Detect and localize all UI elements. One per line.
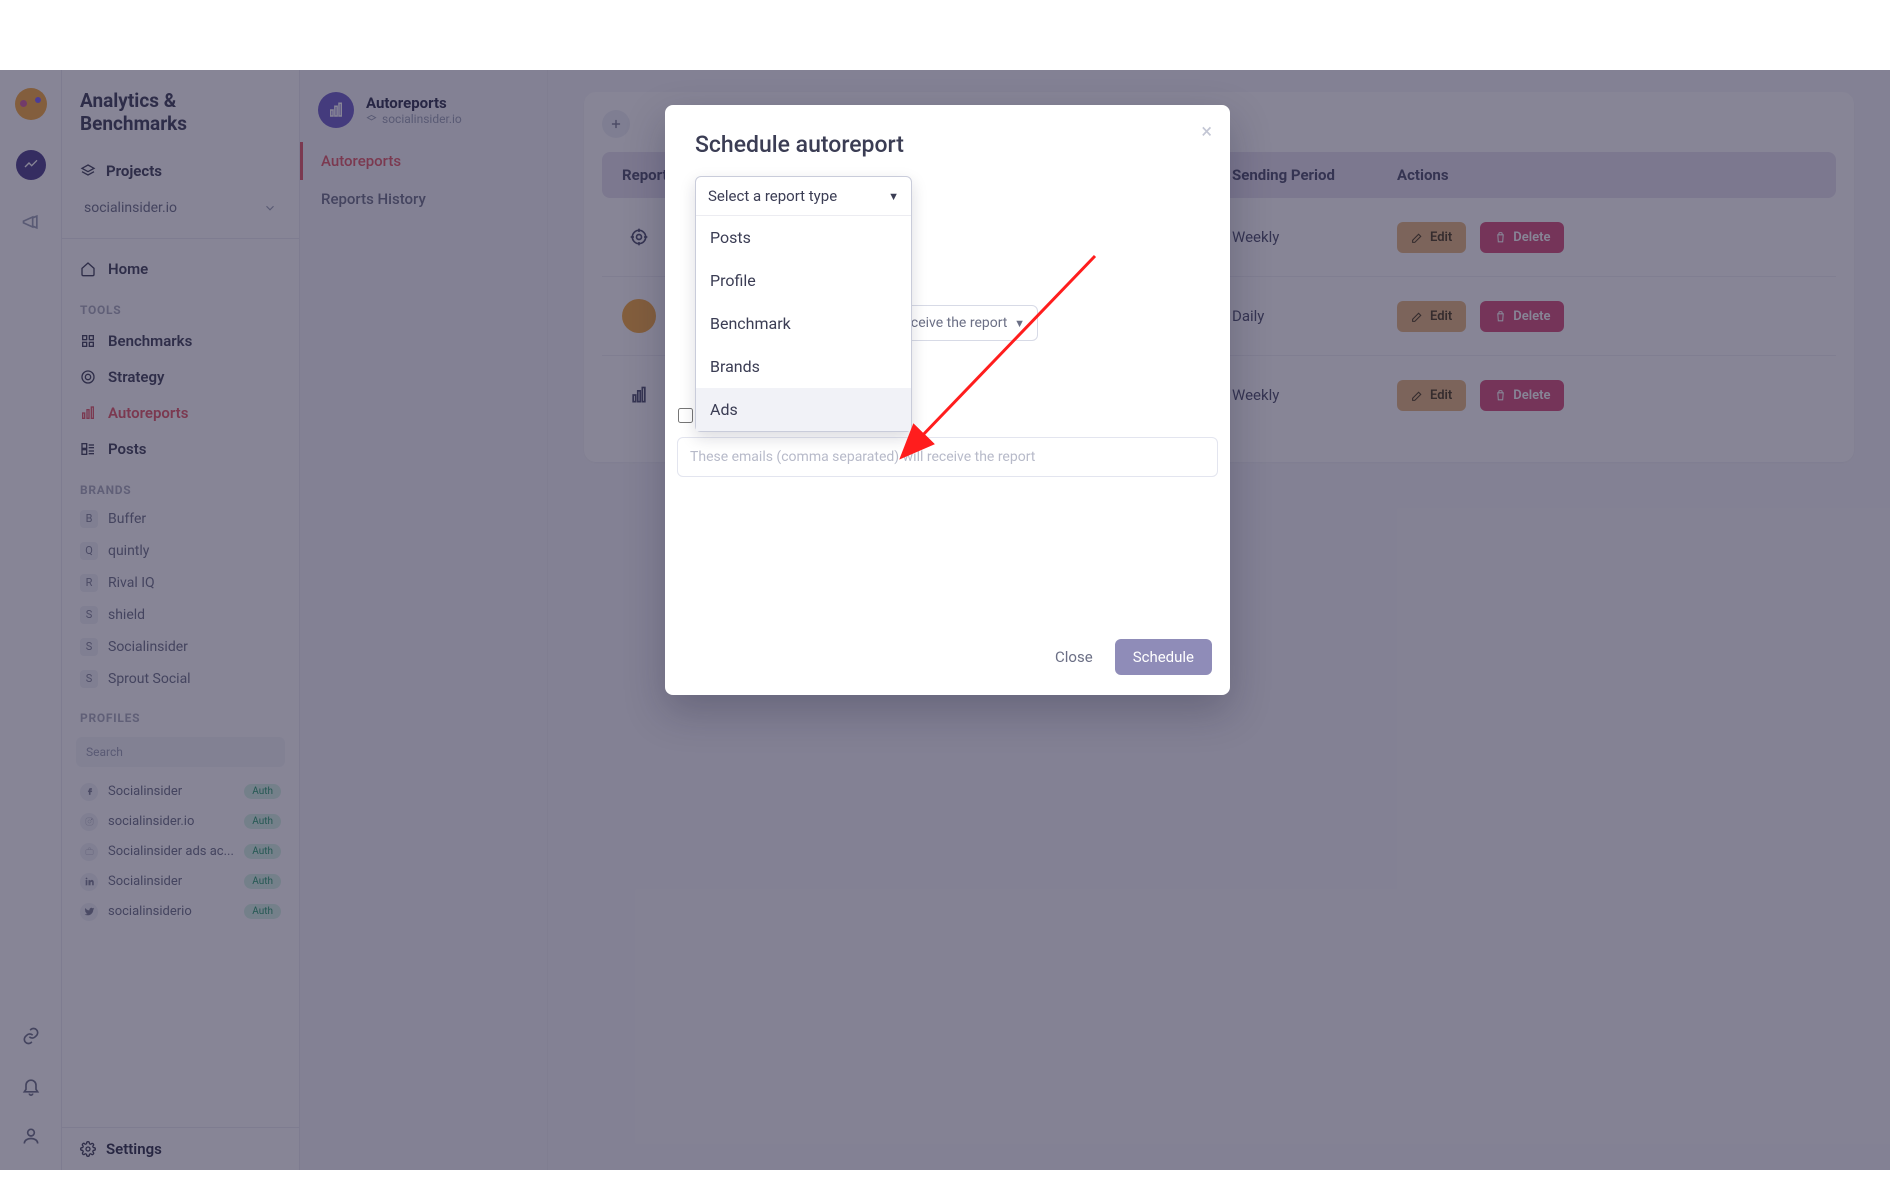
send-to-me-checkbox[interactable] [678, 408, 693, 423]
page-bottom-pad [0, 1170, 1890, 1200]
close-icon[interactable]: × [1201, 119, 1212, 143]
caret-down-icon: ▼ [888, 190, 899, 203]
emails-placeholder: These emails (comma separated) will rece… [690, 449, 1035, 465]
close-label: Close [1055, 648, 1093, 666]
browser-chrome-top [0, 0, 1890, 70]
schedule-autoreport-modal: × Schedule autoreport Select a report ty… [665, 105, 1230, 695]
dropdown-option-benchmark[interactable]: Benchmark [696, 302, 911, 345]
receive-frequency-text: eceive the report [903, 315, 1007, 331]
report-type-dropdown: Select a report type ▼ Posts Profile Ben… [695, 176, 912, 432]
dropdown-option-label: Ads [710, 400, 738, 419]
dropdown-option-label: Profile [710, 271, 756, 290]
emails-input[interactable]: These emails (comma separated) will rece… [677, 437, 1218, 477]
report-type-placeholder: Select a report type [708, 187, 837, 205]
report-type-select[interactable]: Select a report type ▼ [696, 177, 911, 216]
dropdown-option-label: Posts [710, 228, 751, 247]
schedule-button[interactable]: Schedule [1115, 639, 1212, 675]
dropdown-option-brands[interactable]: Brands [696, 345, 911, 388]
dropdown-option-posts[interactable]: Posts [696, 216, 911, 259]
modal-title: Schedule autoreport [695, 131, 1200, 158]
dropdown-option-label: Benchmark [710, 314, 791, 333]
dropdown-option-profile[interactable]: Profile [696, 259, 911, 302]
close-button[interactable]: Close [1045, 640, 1103, 674]
dropdown-option-ads[interactable]: Ads [696, 388, 911, 431]
dropdown-option-label: Brands [710, 357, 760, 376]
caret-down-icon: ▼ [1011, 317, 1025, 330]
schedule-label: Schedule [1133, 648, 1194, 666]
